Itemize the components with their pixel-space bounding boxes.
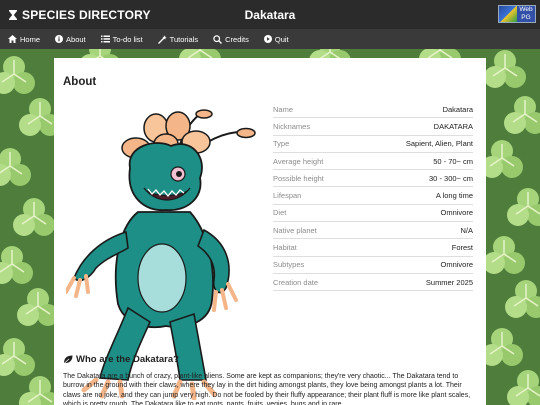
info-key: Type bbox=[273, 139, 290, 149]
nav-credits-label: Credits bbox=[225, 34, 249, 44]
info-key: Diet bbox=[273, 208, 287, 218]
info-value: 50 - 70~ cm bbox=[433, 156, 473, 166]
section-title-text: Who are the Dakatara? bbox=[76, 354, 179, 365]
nav-tutorials-label: Tutorials bbox=[169, 34, 199, 44]
info-value: 30 - 300~ cm bbox=[429, 173, 473, 183]
home-icon bbox=[8, 35, 17, 43]
info-key: Subtypes bbox=[273, 260, 305, 270]
nav-quit[interactable]: Quit bbox=[263, 34, 289, 44]
page-title: Dakatara bbox=[244, 8, 296, 22]
info-value: Forest bbox=[451, 243, 473, 253]
info-key: Nicknames bbox=[273, 121, 311, 131]
nav-home-label: Home bbox=[20, 34, 41, 44]
nav-home[interactable]: Home bbox=[8, 35, 40, 44]
about-heading: About bbox=[63, 76, 97, 88]
info-row: Nicknames DAKATARA bbox=[273, 118, 473, 136]
info-value: Omnivore bbox=[440, 260, 473, 270]
nav-credits[interactable]: Credits bbox=[213, 35, 249, 44]
top-header: SPECIES DIRECTORY Dakatara Web PG bbox=[0, 0, 540, 29]
quit-icon bbox=[263, 35, 272, 43]
info-row: Average height 50 - 70~ cm bbox=[273, 153, 473, 171]
info-value: Sapient, Alien, Plant bbox=[405, 139, 473, 149]
section-description: The Dakatara are a bunch of crazy, plant… bbox=[63, 373, 471, 405]
info-value: Dakatara bbox=[442, 104, 473, 114]
info-key: Habitat bbox=[273, 243, 297, 253]
nav-about-label: About bbox=[66, 34, 86, 44]
info-value: N/A bbox=[460, 225, 473, 235]
nav-about[interactable]: About bbox=[55, 35, 86, 44]
info-row: Creation date Summer 2025 bbox=[273, 274, 473, 292]
info-value: A long time bbox=[435, 191, 473, 201]
info-row: Habitat Forest bbox=[273, 239, 473, 257]
section-heading: Who are the Dakatara? bbox=[63, 354, 179, 365]
info-key: Name bbox=[273, 104, 294, 114]
info-key: Possible height bbox=[273, 173, 324, 183]
info-row: Diet Omnivore bbox=[273, 205, 473, 223]
info-row: Lifespan A long time bbox=[273, 187, 473, 205]
leaf-icon bbox=[63, 355, 73, 364]
info-key: Native planet bbox=[273, 225, 317, 235]
nav-tutorials[interactable]: Tutorials bbox=[157, 34, 199, 44]
info-key: Creation date bbox=[273, 277, 319, 287]
nav-todo[interactable]: To-do list bbox=[100, 34, 143, 44]
nav-quit-label: Quit bbox=[274, 34, 289, 44]
info-row: Type Sapient, Alien, Plant bbox=[273, 136, 473, 153]
webpg-badge[interactable]: Web PG bbox=[498, 5, 536, 23]
main-nav: Home About To-do list Tutorials Credits … bbox=[0, 29, 540, 49]
nav-todo-label: To-do list bbox=[112, 34, 143, 44]
main-panel: About Name Dakatara Nicknames DAKATARA T… bbox=[54, 58, 486, 405]
info-table: Name Dakatara Nicknames DAKATARA Type Sapie… bbox=[273, 101, 473, 292]
hourglass-icon bbox=[9, 10, 17, 20]
info-row: Native planet N/A bbox=[273, 222, 473, 240]
info-row: Possible height 30 - 300~ cm bbox=[273, 170, 473, 188]
info-value: Summer 2025 bbox=[425, 277, 473, 287]
info-row: Subtypes Omnivore bbox=[273, 257, 473, 274]
info-value: Omnivore bbox=[440, 208, 473, 218]
info-value: DAKATARA bbox=[433, 121, 473, 131]
info-icon bbox=[55, 35, 64, 43]
search-icon bbox=[213, 34, 223, 44]
wand-icon bbox=[157, 34, 167, 44]
info-key: Average height bbox=[273, 156, 324, 166]
brand[interactable]: SPECIES DIRECTORY bbox=[8, 8, 151, 22]
badge-image bbox=[499, 6, 517, 22]
list-icon bbox=[100, 35, 110, 43]
badge-label: Web PG bbox=[517, 6, 535, 22]
info-row: Name Dakatara bbox=[273, 101, 473, 119]
info-key: Lifespan bbox=[273, 191, 302, 201]
brand-label: SPECIES DIRECTORY bbox=[22, 8, 151, 22]
